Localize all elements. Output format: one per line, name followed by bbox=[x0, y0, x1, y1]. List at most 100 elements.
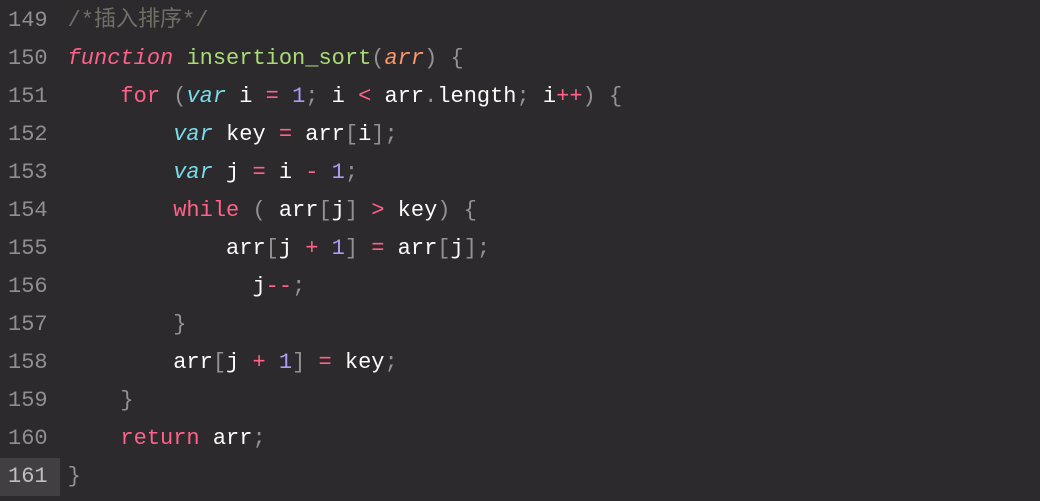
code-line[interactable]: } bbox=[68, 382, 623, 420]
code-line[interactable]: while ( arr[j] > key) { bbox=[68, 192, 623, 230]
token-ident: j bbox=[451, 236, 464, 261]
line-number: 160 bbox=[8, 420, 48, 458]
code-line[interactable]: var j = i - 1; bbox=[68, 154, 623, 192]
token-punct: ] bbox=[345, 198, 358, 223]
token-punct: { bbox=[609, 84, 622, 109]
token-keyword-nf: return bbox=[120, 426, 199, 451]
token-punct: ; bbox=[345, 160, 358, 185]
token-punct: ) bbox=[437, 198, 450, 223]
token-punct: [ bbox=[213, 350, 226, 375]
token-punct: ( bbox=[252, 198, 265, 223]
token-punct: ) bbox=[583, 84, 596, 109]
token-ident: i bbox=[530, 84, 556, 109]
token-ident: j bbox=[226, 350, 252, 375]
token-ident: arr bbox=[292, 122, 345, 147]
line-number: 158 bbox=[8, 344, 48, 382]
line-number: 161 bbox=[0, 458, 60, 496]
token-ident bbox=[68, 388, 121, 413]
token-ident: j bbox=[213, 160, 253, 185]
code-area[interactable]: /*插入排序*/function insertion_sort(arr) { f… bbox=[60, 0, 623, 501]
token-storage: var bbox=[173, 122, 213, 147]
token-ident: arr bbox=[200, 426, 253, 451]
token-punct: [ bbox=[318, 198, 331, 223]
token-ident: arr bbox=[371, 84, 424, 109]
token-operator: = bbox=[266, 84, 279, 109]
token-operator: -- bbox=[266, 274, 292, 299]
token-punct: [ bbox=[266, 236, 279, 261]
token-ident: key bbox=[384, 198, 437, 223]
token-punct: } bbox=[120, 388, 133, 413]
token-punct: ) bbox=[424, 46, 437, 71]
line-number: 155 bbox=[8, 230, 48, 268]
token-ident bbox=[173, 46, 186, 71]
code-line[interactable]: j--; bbox=[68, 268, 623, 306]
token-ident bbox=[318, 236, 331, 261]
code-line[interactable]: return arr; bbox=[68, 420, 623, 458]
token-ident bbox=[160, 84, 173, 109]
token-ident bbox=[437, 46, 450, 71]
token-punct: { bbox=[451, 46, 464, 71]
token-punct: ; bbox=[384, 350, 397, 375]
line-number: 156 bbox=[8, 268, 48, 306]
token-ident: arr bbox=[68, 350, 213, 375]
line-number: 151 bbox=[8, 78, 48, 116]
line-number: 152 bbox=[8, 116, 48, 154]
token-punct: ] bbox=[371, 122, 384, 147]
token-number: 1 bbox=[279, 350, 292, 375]
token-operator: = bbox=[279, 122, 292, 147]
code-line[interactable]: /*插入排序*/ bbox=[68, 2, 623, 40]
line-number: 150 bbox=[8, 40, 48, 78]
token-punct: ] bbox=[464, 236, 477, 261]
token-prop: length bbox=[437, 84, 516, 109]
token-ident bbox=[451, 198, 464, 223]
token-ident bbox=[68, 426, 121, 451]
token-ident bbox=[239, 198, 252, 223]
token-ident: arr bbox=[384, 236, 437, 261]
line-number: 153 bbox=[8, 154, 48, 192]
token-ident: key bbox=[332, 350, 385, 375]
token-ident: i bbox=[226, 84, 266, 109]
token-ident bbox=[279, 84, 292, 109]
token-ident: j bbox=[68, 274, 266, 299]
token-keyword: function bbox=[68, 46, 174, 71]
token-keyword-nf: for bbox=[120, 84, 160, 109]
token-punct: ] bbox=[292, 350, 305, 375]
token-keyword-nf: while bbox=[173, 198, 239, 223]
token-ident: i bbox=[266, 160, 306, 185]
token-ident: key bbox=[213, 122, 279, 147]
token-ident bbox=[68, 84, 121, 109]
line-number: 159 bbox=[8, 382, 48, 420]
code-line[interactable]: function insertion_sort(arr) { bbox=[68, 40, 623, 78]
code-line[interactable]: arr[j + 1] = arr[j]; bbox=[68, 230, 623, 268]
code-line[interactable]: } bbox=[68, 458, 623, 496]
token-ident bbox=[68, 198, 174, 223]
token-operator: = bbox=[371, 236, 384, 261]
token-ident bbox=[266, 350, 279, 375]
token-number: 1 bbox=[332, 160, 345, 185]
token-punct: [ bbox=[437, 236, 450, 261]
code-line[interactable]: for (var i = 1; i < arr.length; i++) { bbox=[68, 78, 623, 116]
code-line[interactable]: arr[j + 1] = key; bbox=[68, 344, 623, 382]
code-line[interactable]: var key = arr[i]; bbox=[68, 116, 623, 154]
token-ident bbox=[305, 350, 318, 375]
token-punct: ; bbox=[384, 122, 397, 147]
token-operator: - bbox=[305, 160, 318, 185]
token-punct: ( bbox=[173, 84, 186, 109]
token-comment: /*插入排序*/ bbox=[68, 8, 209, 33]
code-editor[interactable]: 149150151152153154155156157158159160161 … bbox=[0, 0, 1040, 501]
token-punct: } bbox=[68, 464, 81, 489]
token-ident bbox=[68, 122, 174, 147]
token-operator: + bbox=[252, 350, 265, 375]
token-ident bbox=[68, 160, 174, 185]
token-punct: . bbox=[424, 84, 437, 109]
token-punct: ; bbox=[305, 84, 318, 109]
token-operator: = bbox=[252, 160, 265, 185]
code-line[interactable]: } bbox=[68, 306, 623, 344]
token-ident: j bbox=[279, 236, 305, 261]
token-funcname: insertion_sort bbox=[186, 46, 371, 71]
token-punct: [ bbox=[345, 122, 358, 147]
token-punct: } bbox=[173, 312, 186, 337]
token-operator: + bbox=[305, 236, 318, 261]
token-punct: ( bbox=[371, 46, 384, 71]
line-number: 157 bbox=[8, 306, 48, 344]
